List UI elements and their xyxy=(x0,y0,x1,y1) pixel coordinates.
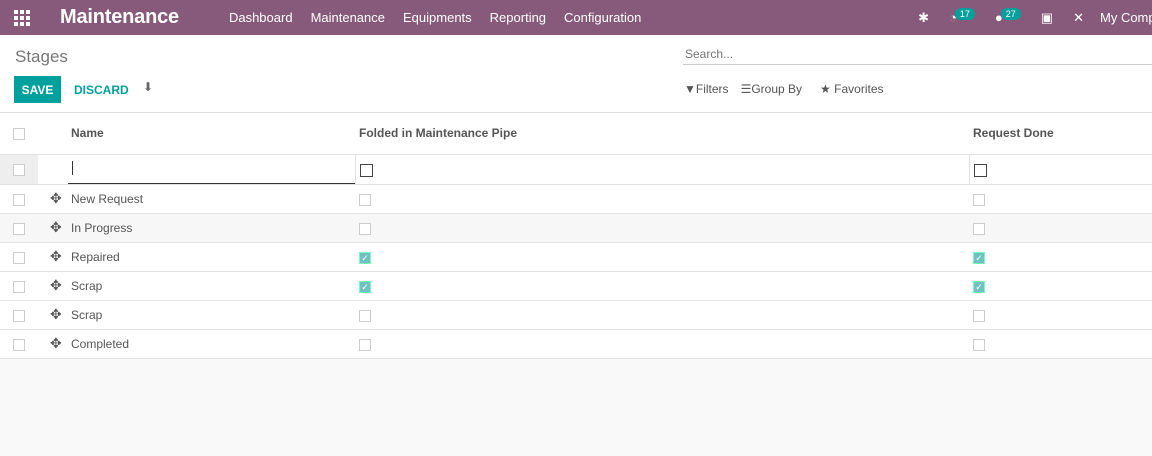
row-checkbox[interactable] xyxy=(13,280,25,293)
download-icon[interactable]: ⬇ xyxy=(143,80,153,94)
activity-clock-icon[interactable]: ◔ 17 xyxy=(949,8,975,25)
row-checkbox[interactable] xyxy=(13,251,25,264)
done-checkbox xyxy=(973,193,985,206)
menu-reporting[interactable]: Reporting xyxy=(490,10,546,25)
menu-configuration[interactable]: Configuration xyxy=(564,10,641,25)
tools-icon[interactable]: ✕ xyxy=(1073,10,1084,26)
table-row[interactable]: ✥ Repaired xyxy=(0,242,1152,272)
app-title: Maintenance xyxy=(60,6,179,28)
stage-name: Repaired xyxy=(71,250,120,264)
stage-name: Scrap xyxy=(71,279,103,293)
apps-menu-icon[interactable] xyxy=(14,9,32,26)
column-request-done[interactable]: Request Done xyxy=(969,113,1152,155)
drag-handle-icon[interactable]: ✥ xyxy=(38,335,62,351)
row-checkbox[interactable] xyxy=(13,338,25,351)
column-folded[interactable]: Folded in Maintenance Pipe xyxy=(355,113,969,155)
done-checkbox xyxy=(973,338,985,351)
folded-checkbox xyxy=(359,338,371,351)
row-checkbox[interactable] xyxy=(13,222,25,235)
name-input[interactable] xyxy=(68,155,355,184)
stages-table: Name Folded in Maintenance Pipe Request … xyxy=(0,113,1152,359)
star-icon: ★ xyxy=(820,82,831,96)
row-checkbox[interactable] xyxy=(13,309,25,322)
top-navbar: Maintenance Dashboard Maintenance Equipm… xyxy=(0,0,1152,35)
drag-handle-icon[interactable]: ✥ xyxy=(38,190,62,206)
groupby-button[interactable]: ☰Group By xyxy=(741,82,802,96)
messages-icon[interactable]: ● 27 xyxy=(995,8,1021,25)
gift-icon[interactable]: ▣ xyxy=(1041,10,1053,26)
drag-handle-icon[interactable]: ✥ xyxy=(38,306,62,322)
done-checkbox xyxy=(973,280,985,293)
row-checkbox[interactable] xyxy=(13,193,25,206)
done-checkbox xyxy=(973,251,985,264)
search-input[interactable] xyxy=(683,43,1152,65)
menu-maintenance[interactable]: Maintenance xyxy=(311,10,385,25)
list-icon: ☰ xyxy=(740,82,752,96)
messages-badge: 27 xyxy=(1000,8,1021,20)
stage-name: In Progress xyxy=(71,221,133,235)
company-switcher[interactable]: My Company xyxy=(1100,10,1152,25)
drag-handle-icon[interactable]: ✥ xyxy=(38,248,62,264)
activity-badge: 17 xyxy=(954,8,975,20)
folded-checkbox xyxy=(359,193,371,206)
drag-handle-icon[interactable]: ✥ xyxy=(38,277,62,293)
done-checkbox[interactable] xyxy=(973,163,987,177)
menu-equipments[interactable]: Equipments xyxy=(403,10,472,25)
folded-checkbox xyxy=(359,309,371,322)
stage-name: New Request xyxy=(71,192,144,206)
discard-button[interactable]: DISCARD xyxy=(74,83,129,97)
save-button[interactable]: SAVE xyxy=(14,76,61,103)
table-row[interactable]: ✥ In Progress xyxy=(0,213,1152,243)
table-row[interactable]: ✥ Completed xyxy=(0,329,1152,359)
menu-dashboard[interactable]: Dashboard xyxy=(229,10,293,25)
stage-name: Completed xyxy=(71,337,130,351)
column-name[interactable]: Name xyxy=(68,113,355,155)
done-checkbox xyxy=(973,309,985,322)
folded-checkbox xyxy=(359,222,371,235)
done-checkbox xyxy=(973,222,985,235)
folded-checkbox xyxy=(359,280,371,293)
drag-handle-icon[interactable]: ✥ xyxy=(38,219,62,235)
filter-icon: ▼ xyxy=(684,82,696,96)
filters-button[interactable]: ▼Filters xyxy=(684,82,729,96)
bug-icon[interactable]: ✱ xyxy=(918,10,929,26)
folded-checkbox[interactable] xyxy=(359,163,373,177)
row-checkbox[interactable] xyxy=(13,164,25,177)
table-row[interactable]: ✥ Scrap xyxy=(0,300,1152,330)
table-row[interactable]: ✥ Scrap xyxy=(0,271,1152,301)
favorites-button[interactable]: ★ Favorites xyxy=(820,82,883,96)
control-panel: Stages SAVE DISCARD ⬇ ▼Filters ☰Group By… xyxy=(0,35,1152,113)
select-all-checkbox[interactable] xyxy=(13,128,25,141)
table-row[interactable]: ✥ New Request xyxy=(0,184,1152,214)
stage-name: Scrap xyxy=(71,308,103,322)
new-record-row xyxy=(0,154,1152,185)
page-title: Stages xyxy=(15,47,68,66)
folded-checkbox xyxy=(359,251,371,264)
